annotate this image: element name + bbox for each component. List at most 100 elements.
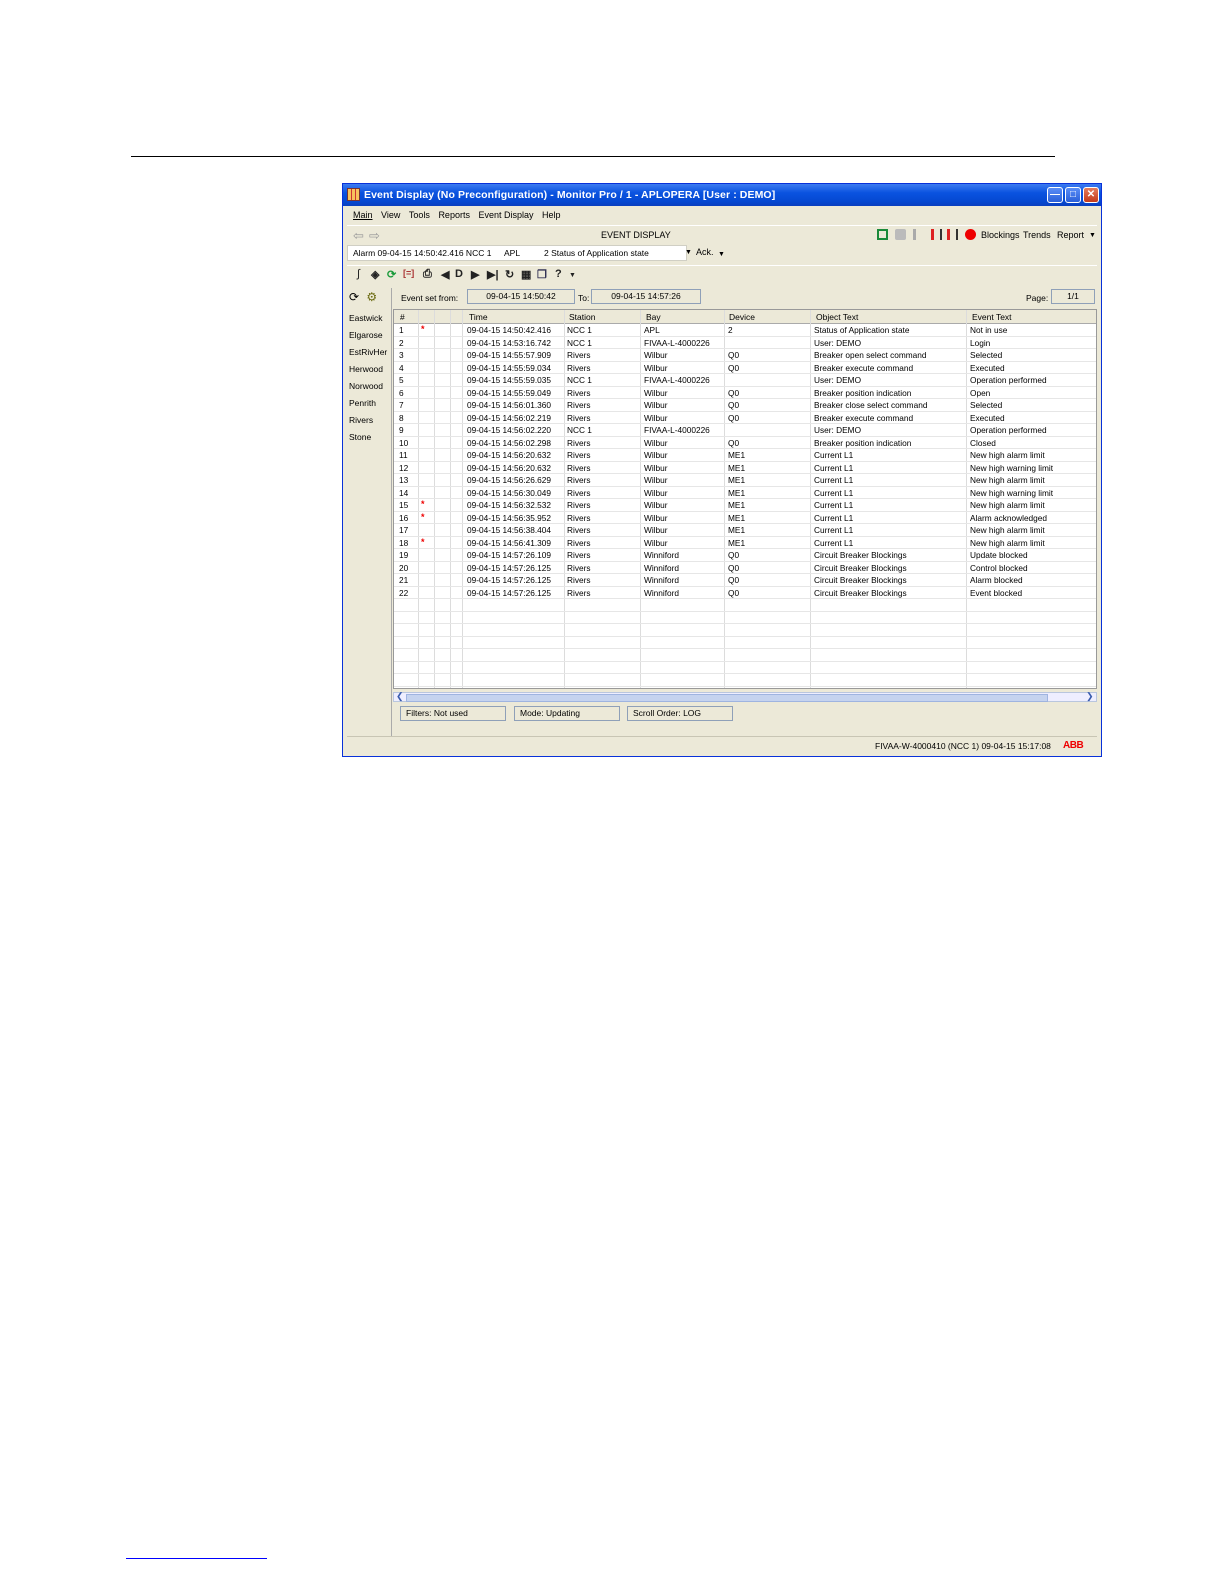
sidebar-item-estrivher[interactable]: EstRivHer [349,347,387,357]
menu-main[interactable]: Main [353,207,373,224]
table-row[interactable] [394,662,1096,674]
alarm-dropdown-chevron-icon[interactable]: ▼ [685,249,692,256]
copy-icon[interactable]: ❐ [537,268,547,281]
event-list-icon[interactable] [947,229,958,240]
table-row[interactable]: 13 09-04-15 14:56:26.629 Rivers Wilbur ME1 Cu… [394,474,1096,487]
alarm-list-icon[interactable] [931,229,942,240]
last-page-icon[interactable]: ▶| [487,268,499,281]
toolbar2-overflow-chevron-icon[interactable]: ▼ [569,272,576,279]
d-button-icon[interactable]: D [455,268,463,280]
ack-dropdown-chevron-icon[interactable]: ▼ [718,251,725,258]
table-row[interactable]: 21 09-04-15 14:57:26.125 Rivers Winniford Q0… [394,574,1096,587]
mode-status: Mode: Updating [514,706,620,721]
maximize-button[interactable]: □ [1065,187,1081,203]
sidebar-item-herwood[interactable]: Herwood [349,364,383,374]
sidebar-item-stone[interactable]: Stone [349,432,371,442]
table-row[interactable]: 15 * 09-04-15 14:56:32.532 Rivers Wilbur ME1 C… [394,499,1096,512]
menu-view[interactable]: View [381,207,400,224]
table-row[interactable]: 20 09-04-15 14:57:26.125 Rivers Winniford Q0… [394,562,1096,574]
scroll-right-icon[interactable]: ❯ [1086,691,1094,702]
table-row[interactable]: 22 09-04-15 14:57:26.125 Rivers Winniford Q0… [394,587,1096,599]
cell-number: 2 [399,337,404,348]
sidebar-item-penrith[interactable]: Penrith [349,398,376,408]
sidebar-settings-gear-icon[interactable]: ⚙ [366,290,377,304]
page-field[interactable]: 1/1 [1051,289,1095,304]
table-row[interactable]: 14 09-04-15 14:56:30.049 Rivers Wilbur ME1 Cu… [394,487,1096,499]
table-row[interactable] [394,637,1096,649]
refresh-arrows-icon[interactable]: ⟳ [387,268,396,281]
alarm-line-field[interactable]: Alarm 09-04-15 14:50:42.416 NCC 1 APL 2 … [347,245,687,261]
help-icon[interactable]: ? [555,268,562,280]
event-table[interactable]: # Time Station Bay Device Object Text Ev… [393,309,1097,689]
column-header-device[interactable]: Device [729,312,755,322]
table-row[interactable] [394,649,1096,662]
table-row[interactable] [394,599,1096,612]
table-row[interactable]: 10 09-04-15 14:56:02.298 Rivers Wilbur Q0 Bre… [394,437,1096,449]
scroll-left-icon[interactable]: ❮ [396,691,404,702]
blockings-button[interactable]: Blockings [981,230,1020,240]
minimize-button[interactable]: — [1047,187,1063,203]
table-row[interactable]: 4 09-04-15 14:55:59.034 Rivers Wilbur Q0 Brea… [394,362,1096,374]
menu-help[interactable]: Help [542,207,561,224]
forward-arrow-icon[interactable]: ⇨ [369,228,380,244]
column-header-station[interactable]: Station [569,312,595,322]
trends-button[interactable]: Trends [1023,230,1051,240]
column-header-event-text[interactable]: Event Text [972,312,1012,322]
table-row[interactable] [394,624,1096,637]
table-row[interactable]: 18 * 09-04-15 14:56:41.309 Rivers Wilbur ME1 C… [394,537,1096,549]
scrollbar-thumb[interactable] [406,694,1048,702]
column-header-bay[interactable]: Bay [646,312,661,322]
table-row[interactable]: 5 09-04-15 14:55:59.035 NCC 1 FIVAA-L-40002… [394,374,1096,387]
menu-reports[interactable]: Reports [438,207,470,224]
table-row[interactable] [394,612,1096,624]
menu-tools[interactable]: Tools [409,207,430,224]
reload-icon[interactable]: ↻ [505,268,514,281]
table-row[interactable]: 1 * 09-04-15 14:50:42.416 NCC 1 APL 2 Status o… [394,324,1096,337]
sidebar-item-elgarose[interactable]: Elgarose [349,330,383,340]
column-header-number[interactable]: # [400,312,405,322]
toolbar-overflow-chevron-icon[interactable]: ▼ [1089,232,1096,239]
filter-lightning-icon[interactable]: ∫ [357,268,360,280]
table-row[interactable] [394,674,1096,687]
alarm-indicator-icon[interactable] [965,229,976,240]
table-row[interactable]: 8 09-04-15 14:56:02.219 Rivers Wilbur Q0 Brea… [394,412,1096,424]
sidebar-refresh-icon[interactable]: ⟳ [349,290,359,304]
column-header-object-text[interactable]: Object Text [816,312,858,322]
find-binoculars-icon[interactable]: ◈ [371,268,379,281]
back-arrow-icon[interactable]: ⇦ [353,228,364,244]
close-button[interactable]: ✕ [1083,187,1099,203]
previous-page-icon[interactable]: ◀ [441,268,449,281]
table-row[interactable]: 12 09-04-15 14:56:20.632 Rivers Wilbur ME1 Cu… [394,462,1096,474]
cell-bay: Wilbur [644,350,668,360]
title-bar[interactable]: Event Display (No Preconfiguration) - Mo… [343,184,1101,206]
next-page-icon[interactable]: ▶ [471,268,479,281]
print-icon[interactable] [895,229,906,240]
grid-icon[interactable]: ▦ [521,268,531,281]
table-row[interactable]: 11 09-04-15 14:56:20.632 Rivers Wilbur ME1 Cu… [394,449,1096,462]
column-header-time[interactable]: Time [469,312,488,322]
cell-object-text: Circuit Breaker Blockings [814,587,907,598]
grid-view-icon[interactable] [877,229,888,240]
report-button[interactable]: Report [1057,230,1084,240]
table-row[interactable]: 9 09-04-15 14:56:02.220 NCC 1 FIVAA-L-40002… [394,424,1096,437]
table-row[interactable]: 3 09-04-15 14:55:57.909 Rivers Wilbur Q0 Brea… [394,349,1096,362]
print-icon[interactable]: ⎙ [423,268,432,281]
table-row[interactable]: 19 09-04-15 14:57:26.109 Rivers Winniford Q0… [394,549,1096,562]
columns-icon[interactable]: [=] [403,268,414,278]
menu-event-display[interactable]: Event Display [478,207,533,224]
sidebar-item-norwood[interactable]: Norwood [349,381,383,391]
event-set-to-field[interactable]: 09-04-15 14:57:26 [591,289,701,304]
table-row[interactable]: 7 09-04-15 14:56:01.360 Rivers Wilbur Q0 Brea… [394,399,1096,412]
cell-number: 20 [399,562,409,573]
sidebar-item-rivers[interactable]: Rivers [349,415,373,425]
table-row[interactable]: 17 09-04-15 14:56:38.404 Rivers Wilbur ME1 Cu… [394,524,1096,537]
table-row[interactable]: 2 09-04-15 14:53:16.742 NCC 1 FIVAA-L-40002… [394,337,1096,349]
cell-event-text: New high alarm limit [970,500,1045,510]
sidebar-item-eastwick[interactable]: Eastwick [349,313,383,323]
table-row[interactable]: 16 * 09-04-15 14:56:35.952 Rivers Wilbur ME1 C… [394,512,1096,524]
table-row[interactable]: 6 09-04-15 14:55:59.049 Rivers Wilbur Q0 Brea… [394,387,1096,399]
list-icon[interactable] [913,229,924,240]
event-set-from-field[interactable]: 09-04-15 14:50:42 [467,289,575,304]
horizontal-scrollbar[interactable]: ❮ ❯ [393,691,1097,702]
ack-button[interactable]: Ack. [696,247,714,257]
